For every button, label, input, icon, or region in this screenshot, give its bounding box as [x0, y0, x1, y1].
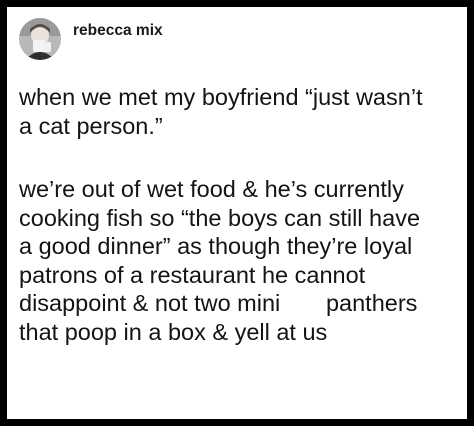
author-name[interactable]: rebecca mix	[73, 22, 163, 40]
post-text-line: that poop in a box & yell at us	[19, 318, 328, 345]
profile-photo-avatar-icon	[19, 18, 61, 60]
post-text-line: cooking fish so “the boys can still have	[19, 204, 421, 231]
post-text-line: a cat person.”	[19, 112, 163, 139]
post-text-line: patrons of a restaurant he cannot	[19, 261, 366, 288]
post-body: when we met my boyfriend “just wasn’t a …	[19, 83, 469, 346]
post-text-line: when we met my boyfriend “just wasn’t	[19, 84, 423, 110]
post-text-line: we’re out of wet food & he’s currently	[19, 176, 404, 202]
post-text-line: a good dinner” as though they’re loyal	[19, 233, 413, 259]
post-text-line: disappoint & not two mini panthers	[19, 290, 418, 316]
post-header: rebecca mix	[19, 18, 163, 64]
post-card: rebecca mix when we met my boyfriend “ju…	[0, 0, 474, 426]
avatar[interactable]	[19, 18, 61, 60]
